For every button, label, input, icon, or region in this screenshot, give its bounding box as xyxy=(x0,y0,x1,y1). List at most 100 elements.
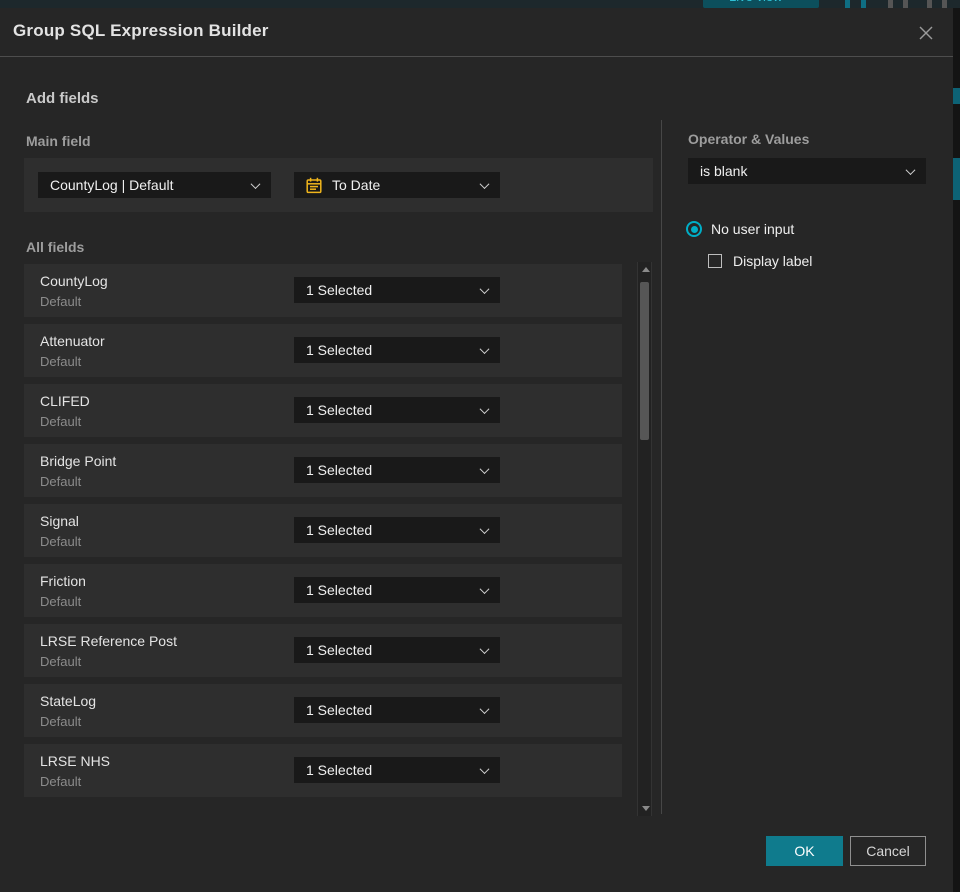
row-selected-dropdown-label: 1 Selected xyxy=(306,522,373,538)
field-row: LRSE Reference Post Default 1 Selected xyxy=(24,624,622,677)
row-selected-dropdown[interactable]: 1 Selected xyxy=(294,397,500,423)
toolbar-icon-fragment xyxy=(942,0,947,8)
toolbar-icon-fragment xyxy=(927,0,932,8)
row-selected-dropdown-label: 1 Selected xyxy=(306,642,373,658)
chevron-down-icon xyxy=(479,643,490,654)
scrollbar[interactable] xyxy=(637,262,652,816)
row-selected-dropdown-label: 1 Selected xyxy=(306,342,373,358)
chevron-down-icon xyxy=(479,703,490,714)
chevron-down-icon xyxy=(479,763,490,774)
field-name: StateLog xyxy=(40,693,97,709)
field-sub: Default xyxy=(40,414,82,429)
background-app-top-strip: Live view xyxy=(0,0,960,8)
row-selected-dropdown-label: 1 Selected xyxy=(306,402,373,418)
field-name: Friction xyxy=(40,573,86,589)
row-selected-dropdown[interactable]: 1 Selected xyxy=(294,517,500,543)
field-name: LRSE Reference Post xyxy=(40,633,177,649)
chevron-down-icon xyxy=(479,343,490,354)
field-sub: Default xyxy=(40,654,82,669)
chevron-down-icon xyxy=(479,403,490,414)
field-sub: Default xyxy=(40,534,82,549)
row-selected-dropdown[interactable]: 1 Selected xyxy=(294,637,500,663)
scrollbar-thumb[interactable] xyxy=(640,282,649,440)
main-field-dropdown-value: CountyLog | Default xyxy=(50,177,174,193)
all-fields-list: CountyLog Default 1 Selected Attenuator … xyxy=(24,264,622,804)
scroll-down-arrow-icon[interactable] xyxy=(642,806,650,811)
main-date-dropdown[interactable]: To Date xyxy=(294,172,500,198)
field-name: LRSE NHS xyxy=(40,753,111,769)
toolbar-icon-fragment xyxy=(845,0,850,8)
field-name: Attenuator xyxy=(40,333,105,349)
chevron-down-icon xyxy=(905,164,916,175)
operator-dropdown[interactable]: is blank xyxy=(688,158,926,184)
field-row: StateLog Default 1 Selected xyxy=(24,684,622,737)
display-label-label: Display label xyxy=(733,253,813,269)
display-label-checkbox[interactable]: Display label xyxy=(708,253,812,269)
row-selected-dropdown[interactable]: 1 Selected xyxy=(294,337,500,363)
column-divider xyxy=(661,120,662,814)
field-row: Signal Default 1 Selected xyxy=(24,504,622,557)
field-sub: Default xyxy=(40,474,82,489)
field-row: Friction Default 1 Selected xyxy=(24,564,622,617)
no-user-input-radio[interactable]: No user input xyxy=(686,221,794,237)
screen: Live view Group SQL Expression Builder A… xyxy=(0,0,960,892)
row-selected-dropdown-label: 1 Selected xyxy=(306,582,373,598)
field-sub: Default xyxy=(40,774,82,789)
row-selected-dropdown-label: 1 Selected xyxy=(306,702,373,718)
main-date-dropdown-value: To Date xyxy=(332,177,381,193)
live-view-button[interactable]: Live view xyxy=(703,0,819,8)
operator-dropdown-value: is blank xyxy=(700,163,748,179)
row-selected-dropdown[interactable]: 1 Selected xyxy=(294,757,500,783)
field-sub: Default xyxy=(40,594,82,609)
row-selected-dropdown[interactable]: 1 Selected xyxy=(294,457,500,483)
field-name: CountyLog xyxy=(40,273,108,289)
close-icon[interactable] xyxy=(914,21,938,45)
main-field-panel: CountyLog | Default To Date xyxy=(24,158,653,212)
main-field-dropdown[interactable]: CountyLog | Default xyxy=(38,172,271,198)
field-name: Signal xyxy=(40,513,79,529)
chevron-down-icon xyxy=(479,178,490,189)
checkbox-icon xyxy=(708,254,722,268)
field-sub: Default xyxy=(40,714,82,729)
operator-values-label: Operator & Values xyxy=(688,131,810,147)
toolbar-icon-fragment xyxy=(903,0,908,8)
toolbar-icon-fragment xyxy=(888,0,893,8)
main-field-label: Main field xyxy=(26,133,91,149)
all-fields-label: All fields xyxy=(26,239,85,255)
chevron-down-icon xyxy=(479,463,490,474)
field-row: Attenuator Default 1 Selected xyxy=(24,324,622,377)
chevron-down-icon xyxy=(250,178,261,189)
field-name: CLIFED xyxy=(40,393,90,409)
row-selected-dropdown[interactable]: 1 Selected xyxy=(294,697,500,723)
dialog-titlebar: Group SQL Expression Builder xyxy=(0,8,953,57)
row-selected-dropdown[interactable]: 1 Selected xyxy=(294,277,500,303)
background-teal-fragment xyxy=(953,158,960,200)
field-sub: Default xyxy=(40,354,82,369)
field-row: LRSE NHS Default 1 Selected xyxy=(24,744,622,797)
dialog-group-sql-expression-builder: Group SQL Expression Builder Add fields … xyxy=(0,8,953,892)
row-selected-dropdown[interactable]: 1 Selected xyxy=(294,577,500,603)
chevron-down-icon xyxy=(479,583,490,594)
live-view-label: Live view xyxy=(729,0,782,4)
field-sub: Default xyxy=(40,294,82,309)
field-row: CountyLog Default 1 Selected xyxy=(24,264,622,317)
field-row: Bridge Point Default 1 Selected xyxy=(24,444,622,497)
scroll-up-arrow-icon[interactable] xyxy=(642,267,650,272)
chevron-down-icon xyxy=(479,283,490,294)
background-teal-fragment xyxy=(953,88,960,104)
radio-icon xyxy=(686,221,702,237)
row-selected-dropdown-label: 1 Selected xyxy=(306,282,373,298)
no-user-input-label: No user input xyxy=(711,221,795,237)
toolbar-icon-fragment xyxy=(861,0,866,8)
chevron-down-icon xyxy=(479,523,490,534)
row-selected-dropdown-label: 1 Selected xyxy=(306,462,373,478)
add-fields-heading: Add fields xyxy=(26,90,99,107)
background-app-right-strip xyxy=(953,8,960,892)
field-row: CLIFED Default 1 Selected xyxy=(24,384,622,437)
calendar-icon xyxy=(306,177,322,193)
ok-button[interactable]: OK xyxy=(766,836,843,866)
row-selected-dropdown-label: 1 Selected xyxy=(306,762,373,778)
field-name: Bridge Point xyxy=(40,453,117,469)
dialog-title: Group SQL Expression Builder xyxy=(13,21,269,40)
cancel-button[interactable]: Cancel xyxy=(850,836,926,866)
